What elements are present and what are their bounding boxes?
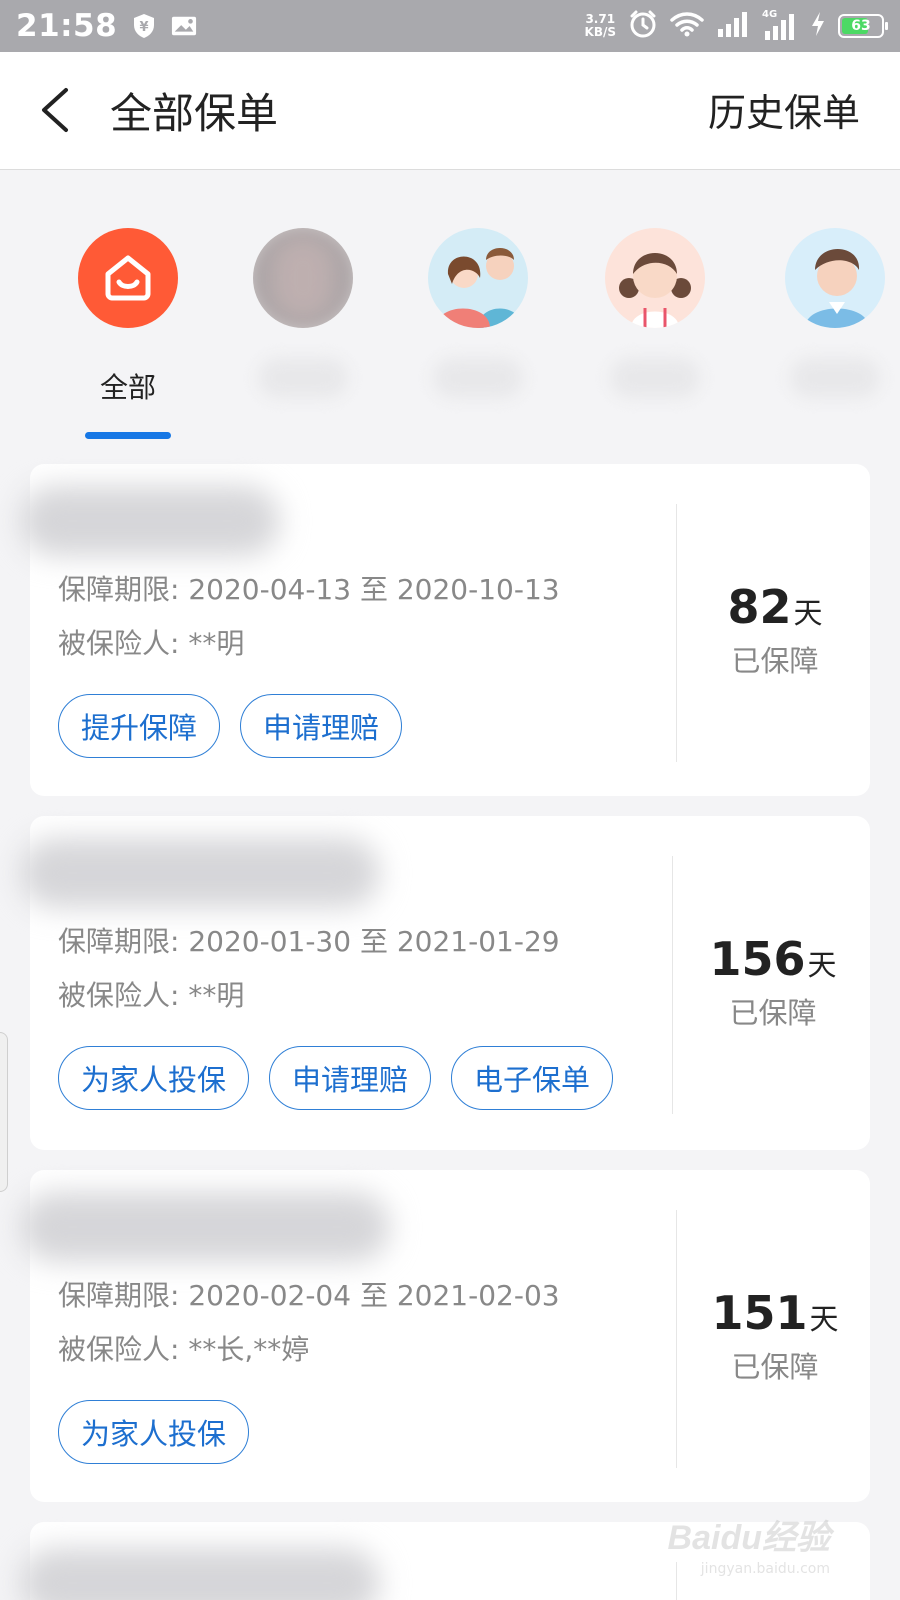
status-time: 21:58 bbox=[16, 8, 118, 44]
tab-label: 全部 bbox=[99, 371, 156, 404]
network-speed: 3.71 KB/S bbox=[585, 13, 616, 39]
tab-label-blurred bbox=[790, 358, 880, 398]
days-covered-count: 151 bbox=[711, 1286, 808, 1340]
card-divider bbox=[676, 1210, 677, 1468]
status-bar: 21:58 ¥ 3.71 KB/S 4G 63 bbox=[0, 0, 900, 52]
policy-name-blurred bbox=[20, 486, 280, 556]
man-avatar-icon bbox=[785, 228, 885, 328]
signal-icon bbox=[716, 10, 750, 42]
tab-member-photo[interactable] bbox=[248, 228, 358, 428]
policy-insured: 被保险人: **明 bbox=[58, 979, 245, 1012]
policy-name-blurred bbox=[20, 1192, 390, 1262]
electronic-policy-button[interactable]: 电子保单 bbox=[451, 1046, 614, 1110]
days-covered-count: 156 bbox=[709, 932, 806, 986]
policy-actions: 为家人投保 bbox=[58, 1400, 250, 1464]
policy-card[interactable]: 保障期限: 2020-04-13 至 2020-10-13 被保险人: **明 … bbox=[20, 464, 870, 796]
history-policies-link[interactable]: 历史保单 bbox=[708, 82, 860, 137]
tab-label-blurred bbox=[610, 358, 700, 398]
policy-name-blurred bbox=[20, 1548, 380, 1600]
svg-text:¥: ¥ bbox=[140, 20, 149, 35]
days-covered-label: 已保障 bbox=[729, 996, 817, 1030]
photo-avatar bbox=[253, 228, 353, 328]
insured-person-tabs: 全部 bbox=[0, 170, 900, 452]
signal-4g-icon: 4G bbox=[762, 9, 798, 41]
tab-label-blurred bbox=[433, 358, 523, 398]
policy-card[interactable]: 保障期限: 2020-02-04 至 2021-02-03 被保险人: **长,… bbox=[20, 1170, 870, 1502]
battery-indicator: 63 bbox=[838, 14, 888, 38]
side-drawer-handle[interactable] bbox=[0, 1032, 8, 1192]
policy-insured: 被保险人: **明 bbox=[58, 627, 245, 660]
policy-period: 保障期限: 2020-02-04 至 2021-02-03 bbox=[58, 1279, 560, 1312]
page-header: 全部保单 历史保单 bbox=[0, 52, 900, 170]
policy-name-blurred bbox=[20, 838, 380, 908]
page-title: 全部保单 bbox=[110, 89, 279, 138]
avatar-all bbox=[78, 228, 178, 328]
policy-actions: 为家人投保 申请理赔 电子保单 bbox=[58, 1046, 614, 1110]
policy-insured: 被保险人: **长,**婷 bbox=[58, 1333, 310, 1366]
apply-claim-button[interactable]: 申请理赔 bbox=[240, 694, 403, 758]
network-speed-unit: KB/S bbox=[584, 25, 616, 39]
card-divider bbox=[676, 504, 677, 762]
policy-period: 保障期限: 2020-01-30 至 2021-01-29 bbox=[58, 925, 560, 958]
tab-member-man[interactable] bbox=[780, 228, 890, 428]
apply-claim-button[interactable]: 申请理赔 bbox=[269, 1046, 432, 1110]
days-covered-label: 已保障 bbox=[731, 1350, 819, 1384]
days-covered-label: 已保障 bbox=[731, 644, 819, 678]
policy-period: 保障期限: 2020-04-13 至 2020-10-13 bbox=[58, 573, 560, 606]
tab-member-couple[interactable] bbox=[423, 228, 533, 428]
watermark-url: jingyan.baidu.com bbox=[700, 1561, 830, 1577]
couple-avatar-icon bbox=[428, 228, 528, 328]
back-button[interactable] bbox=[36, 82, 76, 138]
days-covered: 82天 已保障 bbox=[680, 580, 870, 680]
home-icon bbox=[105, 255, 151, 301]
days-covered: 156天 已保障 bbox=[678, 932, 868, 1032]
tab-label-blurred bbox=[258, 358, 348, 398]
policy-card[interactable]: 保障期限: 2020-01-30 至 2021-01-29 被保险人: **明 … bbox=[20, 816, 870, 1150]
insure-family-button[interactable]: 为家人投保 bbox=[58, 1046, 250, 1110]
days-covered: 151天 已保障 bbox=[680, 1286, 870, 1386]
image-message-icon bbox=[171, 13, 197, 39]
insure-family-button[interactable]: 为家人投保 bbox=[58, 1400, 250, 1464]
tab-all[interactable]: 全部 bbox=[73, 228, 183, 428]
days-unit: 天 bbox=[793, 596, 823, 630]
days-unit: 天 bbox=[807, 948, 837, 982]
days-unit: 天 bbox=[809, 1302, 839, 1336]
battery-level: 63 bbox=[851, 18, 871, 34]
wifi-icon bbox=[670, 10, 704, 42]
days-covered-count: 82 bbox=[727, 580, 792, 634]
chevron-left-icon bbox=[42, 88, 68, 132]
card-divider bbox=[672, 856, 673, 1114]
upgrade-coverage-button[interactable]: 提升保障 bbox=[58, 694, 221, 758]
girl-avatar-icon bbox=[605, 228, 705, 328]
tab-member-girl[interactable] bbox=[600, 228, 710, 428]
alarm-icon bbox=[628, 9, 658, 43]
charging-icon bbox=[810, 11, 826, 41]
watermark: Baidu经验 jingyan.baidu.com bbox=[650, 1510, 830, 1580]
selected-tab-indicator bbox=[85, 432, 171, 439]
policy-actions: 提升保障 申请理赔 bbox=[58, 694, 403, 758]
watermark-logo: Baidu经验 bbox=[667, 1519, 830, 1557]
shield-yen-icon: ¥ bbox=[131, 13, 157, 39]
